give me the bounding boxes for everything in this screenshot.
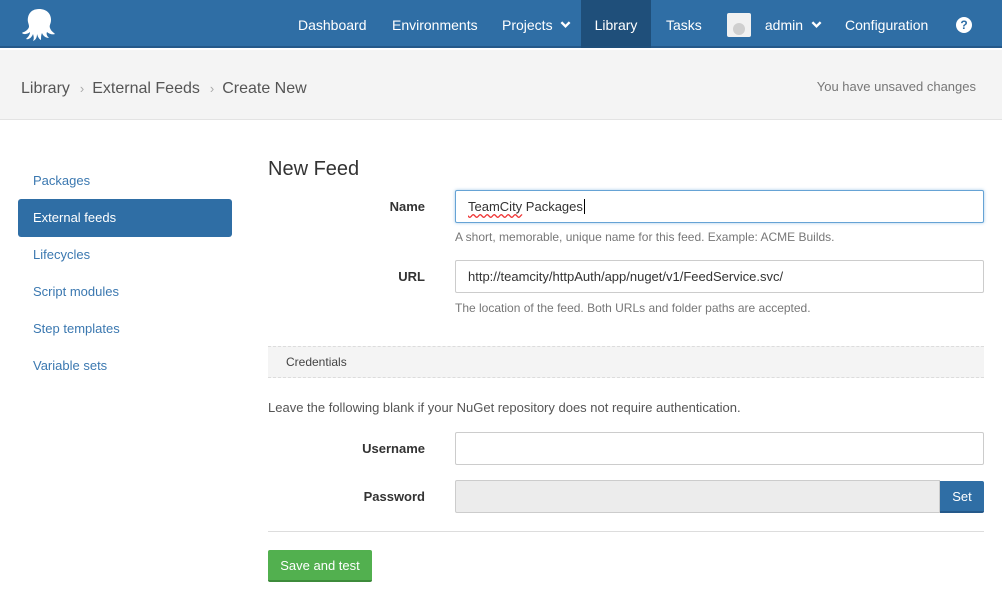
name-label: Name xyxy=(389,199,425,214)
breadcrumb-separator: › xyxy=(79,81,85,96)
credentials-note: Leave the following blank if your NuGet … xyxy=(268,400,741,415)
nav-dashboard[interactable]: Dashboard xyxy=(283,0,382,48)
nav-user-menu[interactable]: admin xyxy=(712,0,837,48)
chevron-down-icon xyxy=(811,21,822,29)
url-help-text: The location of the feed. Both URLs and … xyxy=(455,301,811,315)
breadcrumb-bar: Library › External Feeds › Create New You ha… xyxy=(0,50,1002,120)
password-label: Password xyxy=(363,489,425,504)
breadcrumb-external-feeds[interactable]: External Feeds xyxy=(92,80,200,97)
password-field xyxy=(455,480,940,513)
save-and-test-button[interactable]: Save and test xyxy=(268,550,372,582)
name-value-rest: Packages xyxy=(522,199,583,214)
text-caret xyxy=(583,199,585,215)
breadcrumb: Library › External Feeds › Create New xyxy=(21,80,307,98)
top-navigation-bar: Dashboard Environments Projects Library … xyxy=(0,0,1002,48)
sidebar-item-variable-sets[interactable]: Variable sets xyxy=(18,347,232,385)
page-title: New Feed xyxy=(268,158,360,180)
octopus-logo-icon[interactable] xyxy=(21,7,57,41)
nav-projects-label: Projects xyxy=(502,17,553,33)
unsaved-changes-status: You have unsaved changes xyxy=(816,79,976,94)
url-label: URL xyxy=(398,269,425,284)
sidebar-item-script-modules[interactable]: Script modules xyxy=(18,273,232,311)
sidebar-item-step-templates[interactable]: Step templates xyxy=(18,310,232,348)
set-password-button[interactable]: Set xyxy=(940,481,984,513)
help-icon[interactable]: ? xyxy=(956,17,972,33)
sidebar-item-packages[interactable]: Packages xyxy=(18,162,232,200)
username-label: Username xyxy=(362,441,425,456)
nav-library[interactable]: Library xyxy=(581,0,651,48)
nav-user-label: admin xyxy=(764,17,804,33)
sidebar-item-lifecycles[interactable]: Lifecycles xyxy=(18,236,232,274)
chevron-down-icon xyxy=(561,21,571,29)
nav-projects[interactable]: Projects xyxy=(487,0,586,48)
avatar xyxy=(727,12,751,37)
breadcrumb-separator: › xyxy=(209,81,215,96)
sidebar-item-external-feeds[interactable]: External feeds xyxy=(18,199,232,237)
breadcrumb-library[interactable]: Library xyxy=(21,80,70,97)
name-value-misspelled: TeamCity xyxy=(468,199,523,214)
breadcrumb-current: Create New xyxy=(222,80,307,97)
nav-environments[interactable]: Environments xyxy=(377,0,493,48)
username-input[interactable] xyxy=(455,432,984,465)
url-input[interactable]: http://teamcity/httpAuth/app/nuget/v1/Fe… xyxy=(455,260,984,293)
form-divider xyxy=(268,531,984,532)
nav-configuration[interactable]: Configuration xyxy=(830,0,943,48)
credentials-section-header: Credentials xyxy=(268,346,984,378)
name-input[interactable]: TeamCity Packages xyxy=(455,190,984,223)
user-avatar-icon xyxy=(733,22,745,35)
nav-tasks[interactable]: Tasks xyxy=(651,0,717,48)
name-help-text: A short, memorable, unique name for this… xyxy=(455,230,835,244)
